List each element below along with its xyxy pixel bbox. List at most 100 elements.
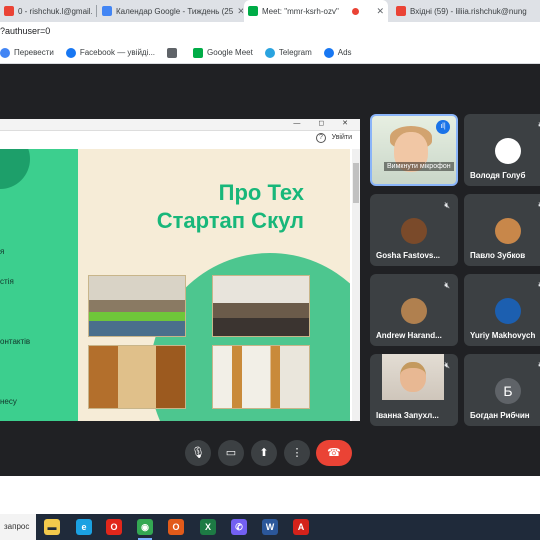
participant-name: Gosha Fastovs... <box>376 251 441 260</box>
viewer-toolbar: ? Увійти <box>0 131 360 147</box>
presentation-window: — ◻ ✕ ? Увійти я стія онтактів несу Про … <box>0 119 360 421</box>
bookmark-unnamed[interactable] <box>167 47 181 58</box>
opera-icon[interactable]: O <box>106 519 122 535</box>
slide-title-line: Стартап Скул <box>156 208 304 233</box>
participant-video <box>382 354 444 400</box>
window-title-bar: — ◻ ✕ <box>0 119 360 131</box>
bookmark-label: Facebook — увійді... <box>79 48 156 57</box>
more-options-button[interactable]: ⋮ <box>284 440 310 466</box>
bookmark-icon <box>167 47 178 58</box>
bookmarks-bar: Перевести Facebook — увійді... Google Me… <box>0 42 540 64</box>
office-icon[interactable]: O <box>168 519 184 535</box>
audience-photo <box>212 275 310 337</box>
mic-button[interactable]: 🎙︎ <box>185 440 211 466</box>
tab-label: Meet: "mmr-ksrh-ozv" <box>262 6 339 16</box>
tab-meet[interactable]: Meet: "mmr-ksrh-ozv" ✕ <box>244 0 388 22</box>
participant-face <box>400 362 426 392</box>
avatar <box>401 298 427 324</box>
avatar <box>495 218 521 244</box>
bookmark-meet[interactable]: Google Meet <box>193 47 253 58</box>
taskbar-search[interactable]: запрос <box>0 514 36 540</box>
participant-tile[interactable]: 🔇︎ Володя Голуб <box>464 114 540 186</box>
slide-title: Про Тех Стартап Скул <box>78 179 350 235</box>
gmail-icon <box>4 6 14 16</box>
url-text: ?authuser=0 <box>0 26 51 36</box>
bookmark-facebook[interactable]: Facebook — увійді... <box>65 47 156 58</box>
scroll-thumb[interactable] <box>353 163 359 203</box>
gmail-icon <box>396 6 406 16</box>
mic-off-icon: 🔇︎ <box>444 200 450 210</box>
windows-taskbar: запрос ▬ e O ◉ O X ✆ W A <box>0 514 540 540</box>
camera-button[interactable]: ▭ <box>218 440 244 466</box>
bookmark-ads[interactable]: Ads <box>323 47 352 58</box>
close-icon[interactable]: ✕ <box>233 6 243 17</box>
calendar-icon <box>102 6 112 16</box>
browser-tab-strip: 0 - rishchuk.l@gmail.co ✕ Календар Googl… <box>0 0 540 22</box>
scrollbar[interactable] <box>352 149 360 421</box>
bookmark-label: Google Meet <box>207 48 253 57</box>
slide-title-line: Про Тех <box>218 180 304 205</box>
tab-inbox[interactable]: Вхідні (59) - liliia.rishchuk@nung <box>392 0 540 22</box>
avatar: Б <box>495 378 521 404</box>
slide: я стія онтактів несу Про Тех Стартап Ску… <box>0 149 350 421</box>
edge-icon[interactable]: e <box>76 519 92 535</box>
mic-icon: 🎙︎ <box>191 447 205 459</box>
slide-left-item: стія <box>0 277 14 286</box>
bookmark-translate[interactable]: Перевести <box>0 47 54 58</box>
slide-left-item: несу <box>0 397 17 406</box>
facebook-icon <box>65 47 76 58</box>
classroom-photo <box>88 275 186 337</box>
participant-tile[interactable]: 🔇︎ Іванна Запухл... <box>370 354 458 426</box>
close-icon[interactable]: ✕ <box>372 6 384 17</box>
bookmark-label: Ads <box>337 48 352 57</box>
signin-link[interactable]: Увійти <box>332 134 352 141</box>
slide-left-item: я <box>0 247 5 256</box>
tab-calendar[interactable]: Календар Google - Тиждень (25 ✕ <box>98 0 243 22</box>
meet-icon <box>193 47 204 58</box>
participant-name: Павло Зубков <box>470 251 526 260</box>
room-photo <box>88 345 186 409</box>
mute-status-label[interactable]: Вимкнути мікрофон <box>384 162 454 171</box>
avatar <box>401 218 427 244</box>
present-icon: ⬆ <box>259 447 269 459</box>
tab-gmail[interactable]: 0 - rishchuk.l@gmail.co ✕ <box>0 0 92 22</box>
present-button[interactable]: ⬆ <box>251 440 277 466</box>
excel-icon[interactable]: X <box>200 519 216 535</box>
slide-right-panel: Про Тех Стартап Скул <box>78 149 350 421</box>
meet-icon <box>248 6 258 16</box>
participant-name: Володя Голуб <box>470 171 526 180</box>
speaking-icon: ıl| <box>436 120 450 134</box>
viber-icon[interactable]: ✆ <box>231 519 247 535</box>
participant-tile[interactable]: 🔇︎ Yuriy Makhovych <box>464 274 540 346</box>
page-footer-area <box>0 476 540 514</box>
participant-name: Yuriy Makhovych <box>470 331 536 340</box>
chrome-icon[interactable]: ◉ <box>137 519 153 535</box>
file-explorer-icon[interactable]: ▬ <box>44 519 60 535</box>
participant-tile[interactable]: 🔇︎ Павло Зубков <box>464 194 540 266</box>
mic-off-icon: 🔇︎ <box>444 360 450 370</box>
hall-photo <box>212 345 310 409</box>
participant-tile[interactable]: 🔇︎ Gosha Fastovs... <box>370 194 458 266</box>
acrobat-icon[interactable]: A <box>293 519 309 535</box>
participant-tile[interactable]: 🔇︎ Andrew Harand... <box>370 274 458 346</box>
help-icon[interactable]: ? <box>316 133 326 143</box>
avatar <box>495 298 521 324</box>
address-bar[interactable]: ?authuser=0 <box>0 22 540 42</box>
participant-tile[interactable]: Б 🔇︎ Богдан Рибчин <box>464 354 540 426</box>
meeting-controls: 🎙︎ ▭ ⬆ ⋮ ☎ <box>0 432 540 476</box>
translate-icon <box>0 47 10 58</box>
window-controls[interactable]: — ◻ ✕ <box>293 119 356 127</box>
participant-tile-self[interactable]: ıl| Вимкнути мікрофон <box>370 114 458 186</box>
word-icon[interactable]: W <box>262 519 278 535</box>
bookmark-telegram[interactable]: Telegram <box>264 47 312 58</box>
decorative-circle <box>0 149 30 189</box>
facebook-icon <box>323 47 334 58</box>
participant-name: Andrew Harand... <box>376 331 442 340</box>
meet-top-bar <box>0 64 540 100</box>
end-call-button[interactable]: ☎ <box>316 440 352 466</box>
slide-left-item: онтактів <box>0 337 31 346</box>
phone-hangup-icon: ☎ <box>327 447 341 459</box>
participant-name: Богдан Рибчин <box>470 411 530 420</box>
tab-separator <box>96 5 97 17</box>
avatar <box>495 138 521 164</box>
